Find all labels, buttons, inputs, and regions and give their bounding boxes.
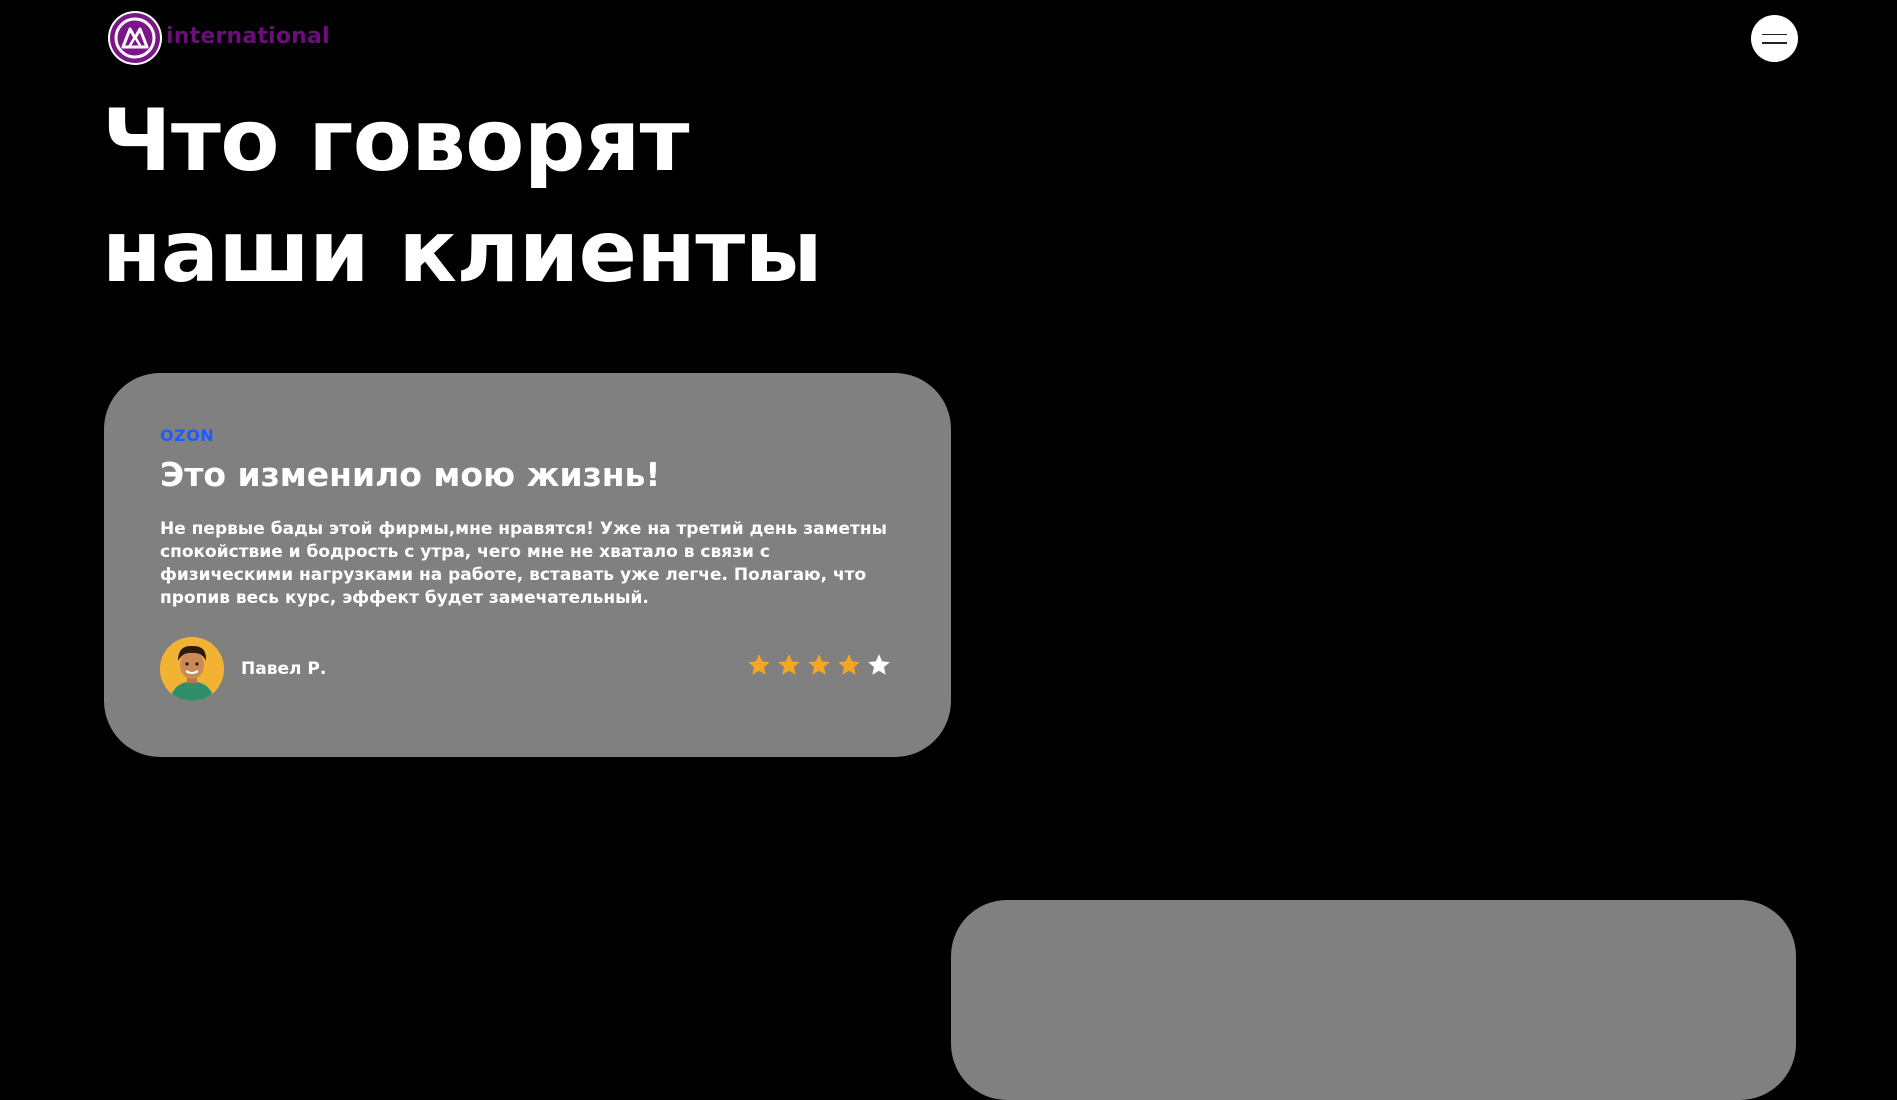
star-filled-icon (838, 654, 860, 675)
hamburger-menu-icon-line (1762, 42, 1787, 44)
star-filled-icon (778, 654, 800, 675)
page-title: Что говорят наши клиенты (102, 86, 822, 308)
logo[interactable]: international (108, 11, 330, 65)
review-card: OZON Это изменило мою жизнь! Не первые б… (104, 373, 951, 757)
hamburger-menu-button[interactable] (1751, 15, 1798, 62)
star-filled-icon (748, 654, 770, 675)
star-rating (746, 652, 892, 678)
avatar (160, 637, 224, 701)
star-filled-icon (808, 654, 830, 675)
review-card (951, 900, 1796, 1100)
review-text: Не первые бады этой фирмы,мне нравятся! … (160, 519, 888, 608)
page-title-line-1: Что говорят (102, 91, 690, 191)
page-title-line-2: наши клиенты (102, 202, 822, 302)
international-logo-icon (108, 11, 162, 65)
star-empty-icon (868, 654, 890, 675)
review-title: Это изменило мою жизнь! (160, 455, 661, 494)
ozon-logo: OZON (160, 426, 215, 445)
logo-text: international (166, 23, 330, 49)
author-name: Павел Р. (241, 659, 327, 679)
hamburger-menu-icon (1762, 33, 1787, 35)
